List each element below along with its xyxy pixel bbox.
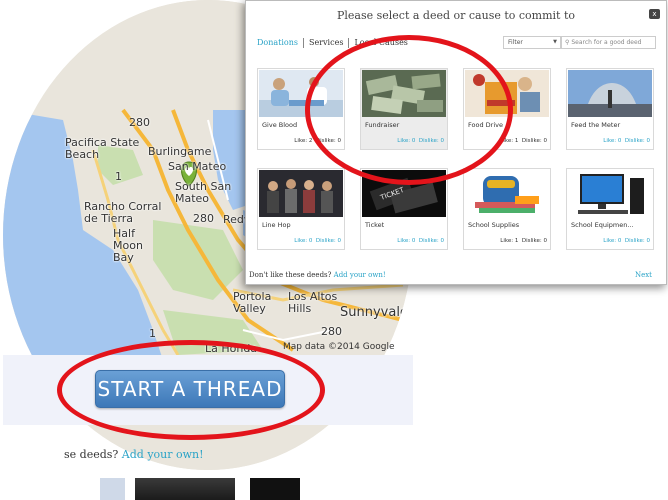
search-icon: ⚲ (565, 39, 570, 46)
annotation-ellipse (305, 35, 513, 185)
map-label: Sunnyvale (340, 305, 408, 320)
dislike-count: Dislike: 0 (315, 238, 341, 244)
deed-card-line-hop[interactable]: Line Hop Like: 0 Dislike: 0 (257, 168, 345, 250)
card-title: School Supplies (468, 221, 520, 229)
card-title: Line Hop (262, 221, 291, 229)
thumbnail[interactable] (100, 478, 125, 500)
add-your-own-link[interactable]: Add your own! (334, 271, 386, 279)
card-likes: Like: 0 Dislike: 0 (294, 238, 341, 244)
line-hop-thumbnail[interactable] (135, 478, 235, 500)
search-placeholder: Search for a good deed (571, 39, 642, 46)
filter-label: Filter (508, 39, 523, 46)
like-count: Like: 1 (500, 238, 519, 244)
map-label: 1 (149, 327, 156, 340)
ticket-thumbnail[interactable] (250, 478, 300, 500)
filter-dropdown[interactable]: Filter ▼ (503, 36, 561, 49)
map-label: 280 (129, 116, 150, 129)
footer-question: Don't like these deeds? (249, 271, 332, 279)
close-button[interactable]: x (649, 9, 660, 19)
like-count: Like: 0 (397, 238, 416, 244)
dislike-count: Dislike: 0 (521, 238, 547, 244)
deed-card-feed-the-meter[interactable]: Feed the Meter Like: 0 Dislike: 0 (566, 68, 654, 150)
map-label: Half Moon Bay (113, 227, 143, 264)
deed-card-school-equipment[interactable]: School Equipmen... Like: 0 Dislike: 0 (566, 168, 654, 250)
card-title: School Equipmen... (571, 221, 634, 229)
school-equipment-image (568, 170, 652, 217)
like-count: Like: 2 (294, 138, 313, 144)
school-supplies-image (465, 170, 549, 217)
deed-card-school-supplies[interactable]: School Supplies Like: 1 Dislike: 0 (463, 168, 551, 250)
like-count: Like: 0 (603, 138, 622, 144)
map-label: Pacifica State Beach (65, 136, 140, 161)
map-label: Rancho Corral de Tierra (84, 200, 162, 225)
dislike-count: Dislike: 0 (418, 238, 444, 244)
dislike-count: Dislike: 0 (624, 238, 650, 244)
card-title: Give Blood (262, 121, 298, 129)
line-hop-image (259, 170, 343, 217)
map-attribution: Map data ©2014 Google (283, 342, 395, 352)
dislike-count: Dislike: 0 (624, 138, 650, 144)
bottom-prompt: se deeds? Add your own! (64, 448, 204, 461)
map-label: Los Altos Hills (288, 290, 338, 315)
card-likes: Like: 1 Dislike: 0 (500, 138, 547, 144)
like-count: Like: 0 (603, 238, 622, 244)
map-label: Burlingame (148, 145, 212, 158)
map-label: Portola Valley (233, 290, 272, 315)
dislike-count: Dislike: 0 (521, 138, 547, 144)
map-label: 1 (115, 170, 122, 183)
modal-title: Please select a deed or cause to commit … (336, 9, 576, 22)
search-input[interactable]: ⚲ Search for a good deed (561, 36, 656, 49)
map-label: South San Mateo (175, 180, 232, 205)
bottom-prompt-text: se deeds? (64, 448, 119, 461)
card-likes: Like: 0 Dislike: 0 (397, 238, 444, 244)
feed-the-meter-image (568, 70, 652, 117)
chevron-down-icon: ▼ (553, 39, 557, 45)
add-your-own-link[interactable]: Add your own! (122, 448, 204, 461)
map-label: 280 (193, 212, 214, 225)
map-label: San Mateo (168, 160, 227, 173)
annotation-ellipse (57, 340, 325, 440)
card-likes: Like: 0 Dislike: 0 (603, 238, 650, 244)
tab-services[interactable]: Services (304, 38, 350, 48)
card-likes: Like: 1 Dislike: 0 (500, 238, 547, 244)
modal-footer: Don't like these deeds? Add your own! (249, 271, 386, 279)
card-likes: Like: 0 Dislike: 0 (603, 138, 650, 144)
tab-donations[interactable]: Donations (257, 38, 304, 48)
map-label: 280 (321, 325, 342, 338)
card-title: Ticket (365, 221, 385, 229)
card-title: Feed the Meter (571, 121, 621, 129)
like-count: Like: 0 (294, 238, 313, 244)
next-button[interactable]: Next (635, 271, 652, 279)
